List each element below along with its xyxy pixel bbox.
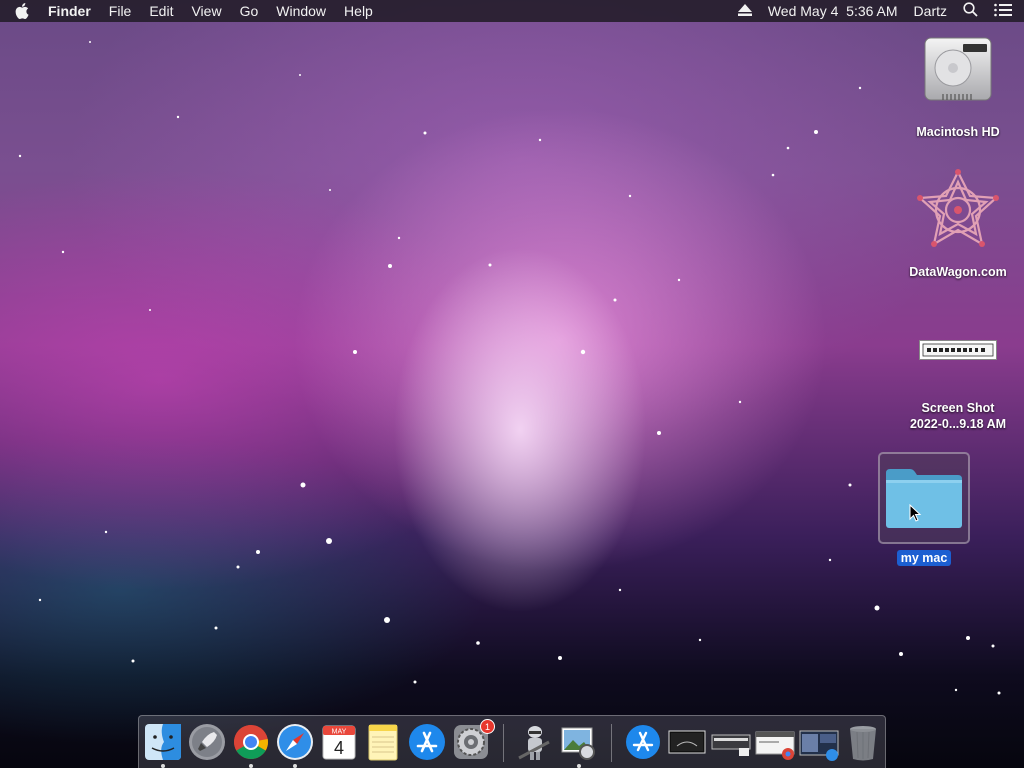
dock-item-launchpad[interactable] [187, 722, 227, 762]
menu-help[interactable]: Help [344, 3, 373, 19]
menu-file[interactable]: File [109, 3, 132, 19]
selection-highlight [878, 452, 970, 544]
spotlight-search-icon[interactable] [963, 2, 978, 20]
dock-item-app-store[interactable] [407, 722, 447, 762]
safari-icon [277, 724, 313, 760]
dock-separator [503, 724, 504, 762]
screenshot-thumb-icon [799, 730, 839, 761]
screenshot-thumb-icon [755, 731, 795, 760]
preview-icon [561, 727, 595, 760]
label-line-1: Screen Shot [921, 401, 995, 415]
desktop-icon-label: DataWagon.com [909, 265, 1007, 279]
screenshot-thumbnail [919, 340, 997, 360]
menubar-clock[interactable]: Wed May 4 5:36 AM [768, 3, 898, 19]
running-indicator [577, 764, 581, 768]
dock-item-screenshot-2[interactable] [711, 722, 751, 762]
wallpaper-stars [18, 41, 1001, 695]
launchpad-icon [189, 724, 225, 760]
dock-item-finder[interactable] [143, 722, 183, 768]
calendar-month: MAY [332, 729, 347, 736]
finder-icon [145, 724, 181, 760]
dock-item-automator[interactable] [515, 722, 555, 762]
dock-item-screenshot-1[interactable] [667, 722, 707, 762]
apple-menu-icon[interactable] [12, 3, 32, 19]
trash-icon [850, 726, 876, 761]
screenshot-thumb-icon [668, 730, 706, 754]
dock-item-preview[interactable] [559, 722, 599, 768]
running-indicator [249, 764, 253, 768]
desktop-icon-label: my mac [896, 550, 952, 566]
menu-finder[interactable]: Finder [48, 3, 91, 19]
notification-center-icon[interactable] [994, 3, 1012, 20]
dock-separator [611, 724, 612, 762]
desktop-icon-screenshot[interactable]: Screen Shot 2022-0...9.18 AM [898, 338, 1018, 432]
app-store-icon [409, 724, 445, 760]
running-indicator [293, 764, 297, 768]
dock-item-safari[interactable] [275, 722, 315, 768]
desktop-icon-label: Screen Shot 2022-0...9.18 AM [910, 400, 1006, 432]
network-volume-icon [917, 169, 999, 247]
calendar-icon: MAY 4 [322, 725, 356, 760]
label-line-2: 2022-0...9.18 AM [909, 417, 1007, 431]
desktop-icon-macintosh-hd[interactable]: Macintosh HD [898, 32, 1018, 140]
menu-view[interactable]: View [191, 3, 221, 19]
menu-edit[interactable]: Edit [149, 3, 173, 19]
notes-icon [368, 724, 398, 761]
menu-bar: Finder File Edit View Go Window Help Wed… [0, 0, 1024, 22]
dock-item-system-preferences[interactable]: 1 [451, 719, 495, 762]
eject-icon[interactable] [737, 3, 752, 19]
dock-item-trash[interactable] [843, 722, 883, 762]
menu-go[interactable]: Go [240, 3, 259, 19]
notification-badge: 1 [480, 719, 495, 734]
downloads-stack-icon [626, 725, 660, 759]
hard-drive-icon [924, 37, 992, 101]
automator-icon [518, 726, 550, 760]
dock: MAY 4 1 [138, 715, 886, 768]
desktop-icon-my-mac-folder[interactable]: my mac [864, 452, 984, 566]
calendar-day: 4 [334, 738, 344, 758]
dock-item-notes[interactable] [363, 722, 403, 762]
dock-item-downloads-stack[interactable] [623, 722, 663, 762]
chrome-icon [234, 725, 268, 759]
screenshot-thumb-icon [711, 734, 751, 756]
dock-item-calendar[interactable]: MAY 4 [319, 722, 359, 762]
running-indicator [161, 764, 165, 768]
mouse-cursor-icon [909, 504, 922, 522]
folder-icon [886, 469, 962, 528]
dock-item-screenshot-3[interactable] [755, 722, 795, 762]
dock-item-screenshot-4[interactable] [799, 722, 839, 762]
dock-item-chrome[interactable] [231, 722, 271, 768]
desktop-icon-datawagon[interactable]: DataWagon.com [898, 168, 1018, 280]
menu-window[interactable]: Window [276, 3, 326, 19]
menubar-user[interactable]: Dartz [914, 3, 947, 19]
desktop-icon-label: Macintosh HD [916, 125, 1000, 139]
